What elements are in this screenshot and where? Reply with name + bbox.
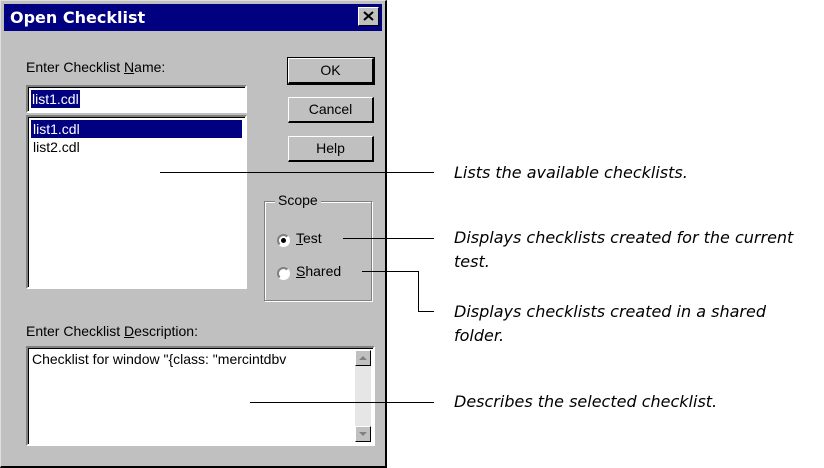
description-text: Checklist for window "{class: "mercintdb…	[32, 351, 287, 367]
title-bar: Open Checklist	[4, 4, 382, 31]
test-radio[interactable]	[277, 234, 290, 247]
annotation-test-line1: Displays checklists created for the curr…	[454, 228, 794, 247]
callout-line-shared-v	[418, 271, 419, 311]
annotation-shared-line1: Displays checklists created in a shared	[454, 302, 766, 321]
test-radio-label[interactable]: Test	[296, 230, 322, 246]
ok-button[interactable]: OK	[287, 57, 375, 85]
checklist-name-label: Enter Checklist Name:	[26, 59, 166, 75]
callout-line-desc	[250, 402, 434, 403]
open-checklist-dialog: Open Checklist Enter Checklist Name: lis…	[0, 0, 387, 468]
cancel-button[interactable]: Cancel	[288, 97, 374, 123]
callout-line-shared-h	[362, 271, 419, 272]
callout-line-test	[343, 238, 434, 239]
dialog-title: Open Checklist	[10, 8, 146, 27]
checklist-description-field[interactable]: Checklist for window "{class: "mercintdb…	[26, 346, 375, 446]
annotation-desc: Describes the selected checklist.	[454, 392, 718, 411]
list-item[interactable]: list2.cdl	[31, 138, 242, 156]
callout-line-list	[160, 172, 434, 173]
scroll-down-button[interactable]	[355, 426, 371, 442]
close-button[interactable]	[358, 7, 379, 26]
callout-line-shared-h2	[418, 311, 434, 312]
description-scrollbar[interactable]	[355, 350, 371, 442]
scope-group: Scope	[264, 192, 372, 301]
checklist-name-input[interactable]: list1.cdl	[26, 85, 247, 113]
scroll-up-button[interactable]	[355, 350, 371, 366]
annotation-list: Lists the available checklists.	[454, 163, 688, 182]
close-icon	[363, 11, 374, 21]
arrow-down-icon	[359, 432, 367, 436]
annotation-test-line2: test.	[454, 252, 490, 271]
checklist-description-label: Enter Checklist Description:	[26, 323, 198, 339]
help-button[interactable]: Help	[288, 136, 374, 162]
shared-radio-label[interactable]: Shared	[296, 263, 341, 279]
annotation-shared-line2: folder.	[454, 326, 505, 345]
checklist-list[interactable]: list1.cdl list2.cdl	[26, 115, 247, 289]
list-item[interactable]: list1.cdl	[31, 120, 242, 138]
radio-selected-dot	[281, 238, 286, 243]
arrow-up-icon	[359, 356, 367, 360]
shared-radio[interactable]	[277, 267, 290, 280]
checklist-name-value: list1.cdl	[31, 90, 80, 108]
scope-legend: Scope	[275, 192, 321, 208]
